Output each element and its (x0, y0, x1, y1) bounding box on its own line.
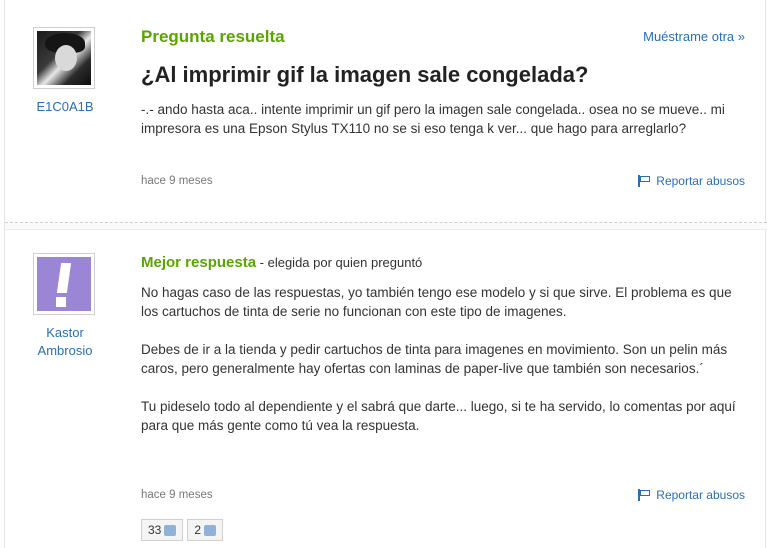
section-divider (5, 222, 767, 230)
report-abuse-label: Reportar abusos (656, 174, 745, 188)
flag-icon (638, 175, 651, 187)
vote-buttons: 33 2 (141, 519, 227, 541)
answerer-username-line2: Ambrosio (37, 343, 93, 358)
report-abuse-link-question[interactable]: Reportar abusos (638, 174, 745, 188)
exclamation-bar-shape (56, 263, 72, 293)
asker-photo (37, 31, 91, 85)
answerer-username[interactable]: Kastor Ambrosio (19, 324, 111, 360)
flag-icon (638, 489, 651, 501)
thumbs-up-icon (164, 524, 177, 536)
question-body: -.- ando hasta aca.. intente imprimir un… (141, 102, 725, 136)
question-title: ¿Al imprimir gif la imagen sale congelad… (141, 62, 589, 87)
best-answer-label: Mejor respuesta (141, 254, 257, 271)
best-answer-section: Kastor Ambrosio Mejor respuesta - elegid… (5, 230, 767, 548)
asker-avatar[interactable] (33, 27, 95, 89)
thumbs-up-count: 33 (148, 523, 162, 537)
thumbs-down-button[interactable]: 2 (187, 519, 224, 541)
thumbs-down-count: 2 (194, 523, 202, 537)
report-abuse-label: Reportar abusos (656, 488, 745, 502)
report-abuse-link-answer[interactable]: Reportar abusos (638, 488, 745, 502)
show-another-link[interactable]: Muéstrame otra » (643, 29, 745, 44)
avatar-face-shape (55, 45, 77, 71)
exclamation-dot-shape (56, 297, 66, 307)
answer-paragraph: No hagas caso de las respuestas, yo tamb… (141, 285, 732, 319)
answer-body: No hagas caso de las respuestas, yo tamb… (141, 283, 745, 454)
answer-paragraph: Tu pideselo todo al dependiente y el sab… (141, 399, 736, 433)
question-section: E1C0A1B Pregunta resuelta Muéstrame otra… (5, 0, 767, 222)
chosen-by-label: - elegida por quien preguntó (256, 255, 423, 270)
asker-username[interactable]: E1C0A1B (19, 98, 111, 116)
thumbs-up-button[interactable]: 33 (141, 519, 184, 541)
resolved-question-heading: Pregunta resuelta (141, 27, 285, 46)
answerer-username-line1: Kastor (46, 325, 84, 340)
page-frame: E1C0A1B Pregunta resuelta Muéstrame otra… (4, 0, 767, 548)
default-avatar (37, 257, 91, 311)
question-time: hace 9 meses (141, 175, 213, 187)
thumbs-down-icon (204, 524, 217, 536)
answerer-avatar[interactable] (33, 253, 95, 315)
best-answer-heading: Mejor respuesta - elegida por quien preg… (141, 254, 422, 271)
answer-time: hace 9 meses (141, 489, 213, 501)
answer-paragraph: Debes de ir a la tienda y pedir cartucho… (141, 342, 728, 376)
